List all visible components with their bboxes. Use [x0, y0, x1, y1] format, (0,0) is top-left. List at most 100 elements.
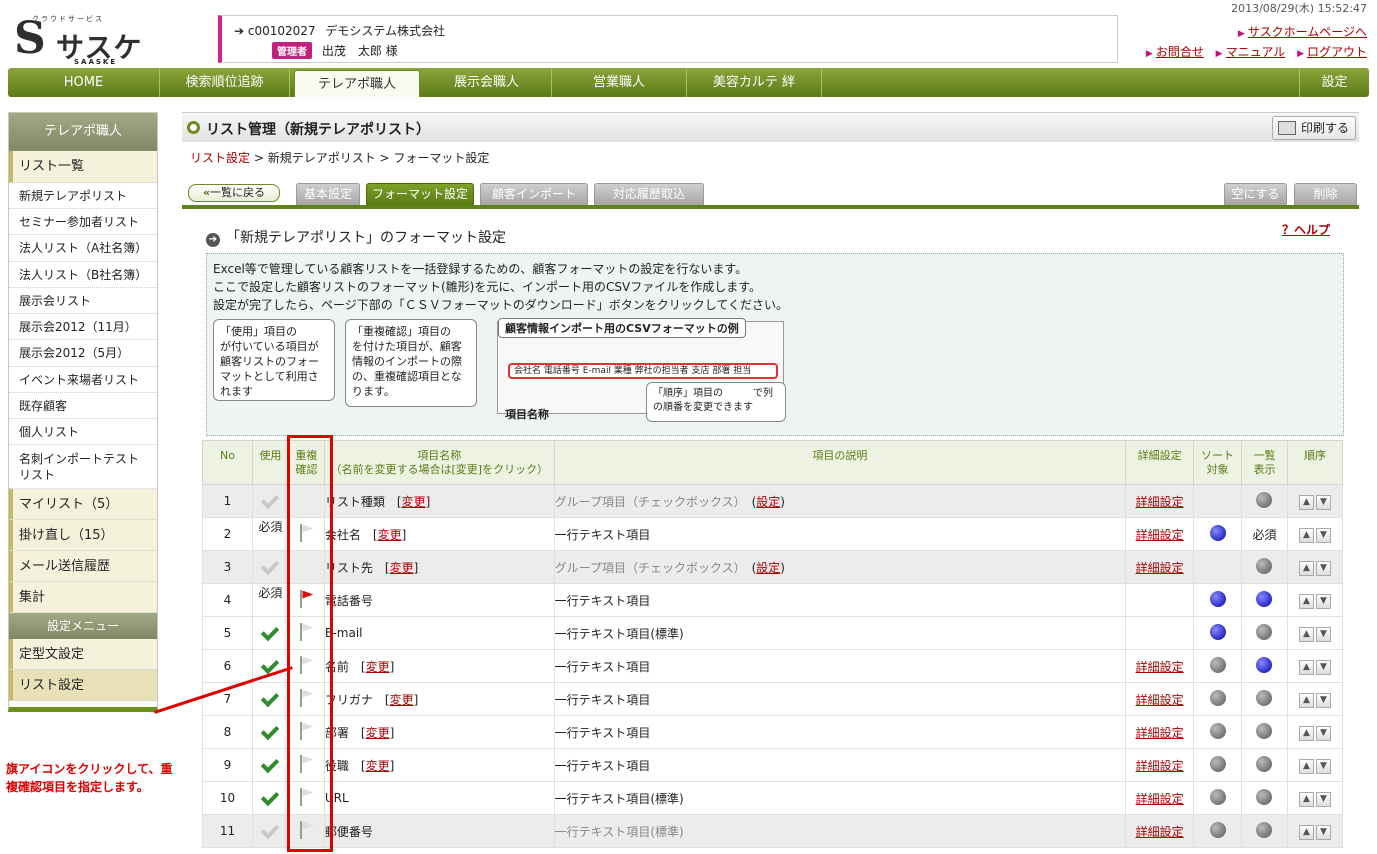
move-down-icon[interactable]: ▼: [1315, 659, 1331, 675]
tab-history-import[interactable]: 対応履歴取込: [594, 183, 704, 205]
move-down-icon[interactable]: ▼: [1315, 791, 1331, 807]
sidebar-item-exhibition-may[interactable]: 展示会2012（5月）: [9, 340, 157, 367]
sidebar-item-corp-a[interactable]: 法人リスト（A社名簿）: [9, 235, 157, 262]
sort-off-icon[interactable]: [1209, 722, 1226, 739]
nav-sales[interactable]: 営業職人: [552, 68, 687, 97]
manual-link[interactable]: マニュアル: [1226, 45, 1286, 59]
sidebar-item-existing[interactable]: 既存顧客: [9, 393, 157, 419]
rename-link[interactable]: 変更: [366, 759, 390, 773]
sidebar-item-new-teleapo[interactable]: 新規テレアポリスト: [9, 183, 157, 209]
move-up-icon[interactable]: ▲: [1298, 692, 1314, 708]
move-up-icon[interactable]: ▲: [1298, 824, 1314, 840]
clear-button[interactable]: 空にする: [1224, 183, 1287, 205]
detail-settings-link[interactable]: 詳細設定: [1136, 792, 1184, 806]
check-icon[interactable]: [261, 556, 280, 576]
logout-link[interactable]: ログアウト: [1307, 45, 1367, 59]
sidebar-item-card-import[interactable]: 名刺インポートテストリスト: [9, 445, 157, 489]
tab-import[interactable]: 顧客インポート: [480, 183, 588, 205]
nav-home[interactable]: HOME: [8, 68, 160, 97]
move-up-icon[interactable]: ▲: [1298, 659, 1314, 675]
back-to-list-button[interactable]: «一覧に戻る: [188, 184, 280, 202]
sort-on-icon[interactable]: [1209, 524, 1226, 541]
move-up-icon[interactable]: ▲: [1298, 626, 1314, 642]
move-down-icon[interactable]: ▼: [1315, 824, 1331, 840]
detail-settings-link[interactable]: 詳細設定: [1136, 693, 1184, 707]
move-up-icon[interactable]: ▲: [1298, 560, 1314, 576]
move-up-icon[interactable]: ▲: [1298, 725, 1314, 741]
list-off-icon[interactable]: [1256, 689, 1273, 706]
detail-settings-link[interactable]: 詳細設定: [1136, 528, 1184, 542]
detail-settings-link[interactable]: 詳細設定: [1136, 759, 1184, 773]
sort-off-icon[interactable]: [1209, 755, 1226, 772]
breadcrumb-list-settings[interactable]: リスト設定: [190, 151, 250, 165]
sidebar-item-list-settings[interactable]: リスト設定: [9, 670, 157, 701]
rename-link[interactable]: 変更: [378, 528, 402, 542]
sidebar-item-mylist[interactable]: マイリスト（5）: [9, 489, 157, 520]
sidebar-item-recall[interactable]: 掛け直し（15）: [9, 520, 157, 551]
detail-settings-link[interactable]: 詳細設定: [1136, 561, 1184, 575]
sidebar-item-exhibition-nov[interactable]: 展示会2012（11月）: [9, 314, 157, 340]
move-down-icon[interactable]: ▼: [1315, 725, 1331, 741]
nav-settings[interactable]: 設定: [1299, 68, 1369, 97]
rename-link[interactable]: 変更: [366, 660, 390, 674]
sidebar-item-stats[interactable]: 集計: [9, 582, 157, 613]
help-link[interactable]: ？ヘルプ: [1282, 221, 1330, 238]
move-down-icon[interactable]: ▼: [1315, 626, 1331, 642]
detail-settings-link[interactable]: 詳細設定: [1136, 825, 1184, 839]
move-up-icon[interactable]: ▲: [1298, 758, 1314, 774]
detail-settings-link[interactable]: 詳細設定: [1136, 726, 1184, 740]
sort-on-icon[interactable]: [1209, 590, 1226, 607]
check-icon[interactable]: [261, 490, 280, 510]
rename-link[interactable]: 変更: [390, 561, 414, 575]
move-up-icon[interactable]: ▲: [1298, 494, 1314, 510]
list-off-icon[interactable]: [1256, 623, 1273, 640]
move-down-icon[interactable]: ▼: [1315, 692, 1331, 708]
list-on-icon[interactable]: [1256, 590, 1273, 607]
move-down-icon[interactable]: ▼: [1315, 758, 1331, 774]
check-icon[interactable]: [261, 622, 280, 642]
check-icon[interactable]: [261, 820, 280, 840]
print-button[interactable]: 印刷する: [1272, 116, 1356, 140]
nav-teleapo[interactable]: テレアポ職人: [294, 70, 420, 97]
list-on-icon[interactable]: [1256, 656, 1273, 673]
list-off-icon[interactable]: [1256, 821, 1273, 838]
sort-off-icon[interactable]: [1209, 689, 1226, 706]
tab-basic[interactable]: 基本設定: [296, 183, 360, 205]
move-up-icon[interactable]: ▲: [1298, 593, 1314, 609]
list-off-icon[interactable]: [1256, 491, 1273, 508]
sort-off-icon[interactable]: [1209, 788, 1226, 805]
sidebar-item-event[interactable]: イベント来場者リスト: [9, 367, 157, 393]
sort-on-icon[interactable]: [1209, 623, 1226, 640]
sidebar-item-personal[interactable]: 個人リスト: [9, 419, 157, 445]
check-icon[interactable]: [261, 721, 280, 741]
sort-off-icon[interactable]: [1209, 821, 1226, 838]
sidebar-item-exhibition[interactable]: 展示会リスト: [9, 288, 157, 314]
list-off-icon[interactable]: [1256, 722, 1273, 739]
detail-settings-link[interactable]: 詳細設定: [1136, 495, 1184, 509]
rename-link[interactable]: 変更: [402, 495, 426, 509]
sidebar-item-corp-b[interactable]: 法人リスト（B社名簿）: [9, 262, 157, 288]
nav-beauty-karte[interactable]: 美容カルテ 絆: [687, 68, 822, 97]
group-settings-link[interactable]: 設定: [756, 561, 780, 575]
delete-button[interactable]: 削除: [1294, 183, 1357, 205]
group-settings-link[interactable]: 設定: [756, 495, 780, 509]
rename-link[interactable]: 変更: [390, 693, 414, 707]
move-up-icon[interactable]: ▲: [1298, 527, 1314, 543]
sidebar-item-mail-history[interactable]: メール送信履歴: [9, 551, 157, 582]
contact-link[interactable]: お問合せ: [1156, 45, 1204, 59]
nav-exhibition[interactable]: 展示会職人: [422, 68, 552, 97]
move-up-icon[interactable]: ▲: [1298, 791, 1314, 807]
detail-settings-link[interactable]: 詳細設定: [1136, 660, 1184, 674]
sort-off-icon[interactable]: [1209, 656, 1226, 673]
check-icon[interactable]: [261, 754, 280, 774]
list-off-icon[interactable]: [1256, 788, 1273, 805]
sidebar-item-list-index[interactable]: リスト一覧: [9, 151, 157, 183]
nav-rank-tracking[interactable]: 検索順位追跡: [160, 68, 290, 97]
saaske-logo[interactable]: クラウドサービス S サスケ SAASKE: [14, 12, 144, 68]
list-off-icon[interactable]: [1256, 557, 1273, 574]
check-icon[interactable]: [261, 688, 280, 708]
sidebar-item-seminar[interactable]: セミナー参加者リスト: [9, 209, 157, 235]
list-off-icon[interactable]: [1256, 755, 1273, 772]
move-down-icon[interactable]: ▼: [1315, 593, 1331, 609]
sidebar-item-template[interactable]: 定型文設定: [9, 639, 157, 670]
